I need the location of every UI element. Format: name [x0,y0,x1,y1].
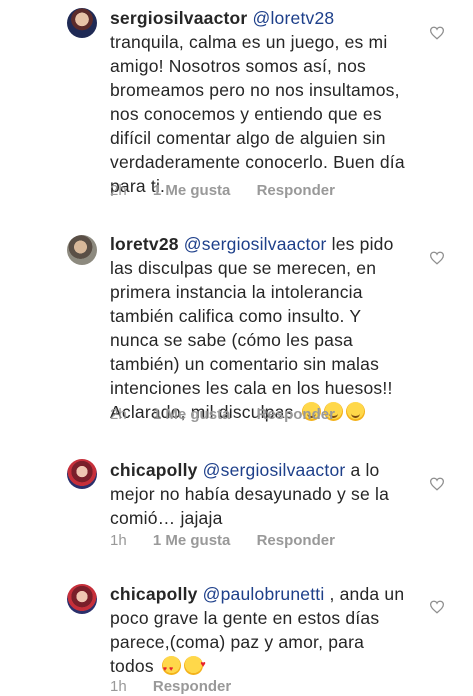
comment-username[interactable]: chicapolly [110,460,198,480]
smiling-face-emoji [345,402,365,421]
comment-mention[interactable]: @sergiosilvaactor [184,234,327,254]
comment-likes[interactable]: 1 Me gusta [153,532,231,549]
heart-outline-icon[interactable] [429,600,445,614]
comment-time: 2h [110,182,127,199]
reply-button[interactable]: Responder [257,532,335,549]
comment-body: sergiosilvaactor @loretv28 tranquila, ca… [110,6,410,198]
comment-username[interactable]: sergiosilvaactor [110,8,247,28]
comment-username[interactable]: loretv28 [110,234,179,254]
avatar[interactable] [67,8,97,38]
comment-mention[interactable]: @loretv28 [253,8,335,28]
comment-meta: 2h 1 Me gusta Responder [110,406,335,423]
heart-outline-icon[interactable] [429,26,445,40]
comment-likes[interactable]: 1 Me gusta [153,182,231,199]
reply-button[interactable]: Responder [257,406,335,423]
comment-meta: 2h 1 Me gusta Responder [110,182,335,199]
heart-eyes-emoji [161,656,181,682]
comment-mention[interactable]: @paulobrunetti [203,584,325,604]
comment-body: chicapolly @paulobrunetti , anda un poco… [110,582,410,682]
comment-body: chicapolly @sergiosilvaactor a lo mejor … [110,458,410,530]
heart-outline-icon[interactable] [429,477,445,491]
comment-text: les pido las disculpas que se merecen, e… [110,234,394,422]
comment-time: 1h [110,532,127,549]
avatar[interactable] [67,459,97,489]
comment-likes[interactable]: 1 Me gusta [153,406,231,423]
heart-outline-icon[interactable] [429,251,445,265]
comment-meta: 1h 1 Me gusta Responder [110,532,335,549]
comment-mention[interactable]: @sergiosilvaactor [203,460,346,480]
comment-time: 1h [110,678,127,695]
kissing-heart-emoji [183,652,206,676]
comment-body: loretv28 @sergiosilvaactor les pido las … [110,232,410,424]
comment-text: tranquila, calma es un juego, es mi amig… [110,32,405,196]
comment-username[interactable]: chicapolly [110,584,198,604]
avatar[interactable] [67,235,97,265]
reply-button[interactable]: Responder [257,182,335,199]
comment-time: 2h [110,406,127,423]
reply-button[interactable]: Responder [153,678,231,695]
avatar[interactable] [67,584,97,614]
comment-meta: 1h Responder [110,678,231,695]
